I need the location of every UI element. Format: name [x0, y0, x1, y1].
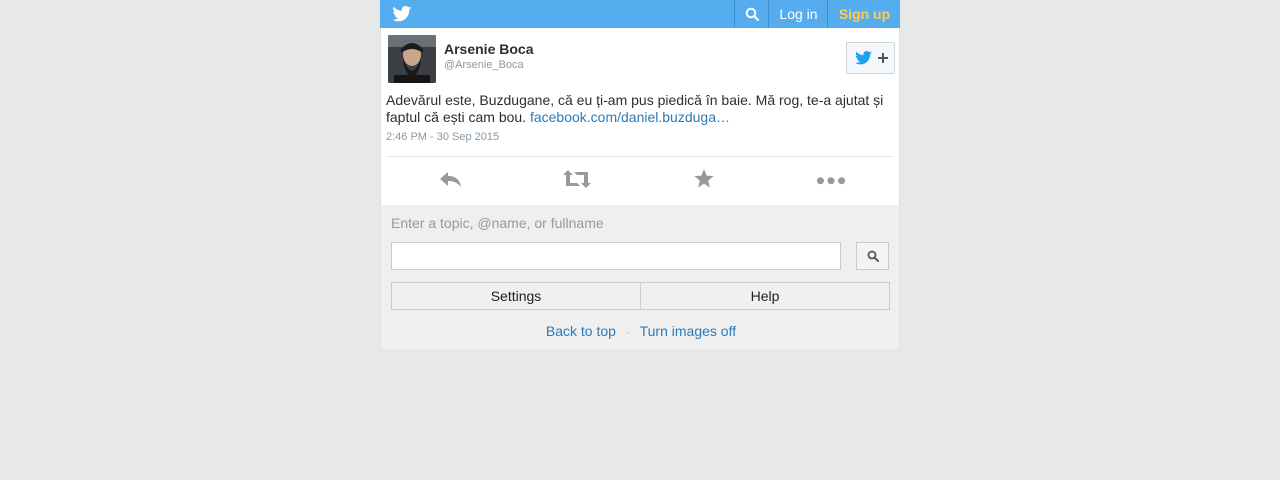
search-panel: Enter a topic, @name, or fullname Settin… [380, 205, 900, 351]
user-handle[interactable]: @Arsenie_Boca [444, 59, 524, 71]
turn-images-off-link[interactable]: Turn images off [640, 323, 737, 339]
login-link[interactable]: Log in [768, 0, 828, 28]
tweet-timestamp[interactable]: 2:46 PM - 30 Sep 2015 [386, 131, 499, 143]
display-name[interactable]: Arsenie Boca [444, 41, 533, 57]
help-button[interactable]: Help [641, 282, 890, 310]
tweet-link[interactable]: facebook.com/daniel.buzduga… [530, 109, 730, 125]
favorite-star-icon [694, 169, 714, 188]
tweet-card: Arsenie Boca @Arsenie_Boca Adevărul este… [380, 28, 900, 205]
tweet-text-block: Adevărul este, Buzdugane, că eu ți-am pu… [386, 92, 896, 126]
more-button[interactable] [816, 167, 846, 191]
search-input[interactable] [391, 242, 841, 270]
avatar-image [388, 35, 436, 83]
follow-plus-icon [854, 51, 888, 65]
twitter-bird-icon[interactable] [392, 6, 412, 22]
top-bar: Log in Sign up [380, 0, 900, 28]
follow-button[interactable] [846, 42, 895, 74]
footer-links: Back to top · Turn images off [381, 323, 901, 339]
reply-icon [440, 172, 461, 187]
search-icon [745, 7, 759, 21]
search-icon [867, 250, 879, 262]
favorite-button[interactable] [689, 167, 719, 191]
reply-button[interactable] [435, 167, 465, 191]
main-column: Log in Sign up Arsenie Boca @Arsenie_Boc… [380, 0, 900, 351]
settings-button[interactable]: Settings [391, 282, 641, 310]
search-submit-button[interactable] [856, 242, 889, 270]
footer-separator: · [625, 327, 630, 339]
back-to-top-link[interactable]: Back to top [546, 323, 616, 339]
more-dots-icon [816, 177, 846, 185]
signup-link[interactable]: Sign up [827, 0, 901, 28]
avatar[interactable] [388, 35, 436, 83]
search-hint: Enter a topic, @name, or fullname [391, 215, 604, 231]
divider [386, 156, 894, 157]
header-search-button[interactable] [734, 0, 769, 28]
retweet-icon [563, 170, 591, 188]
retweet-button[interactable] [562, 167, 592, 191]
